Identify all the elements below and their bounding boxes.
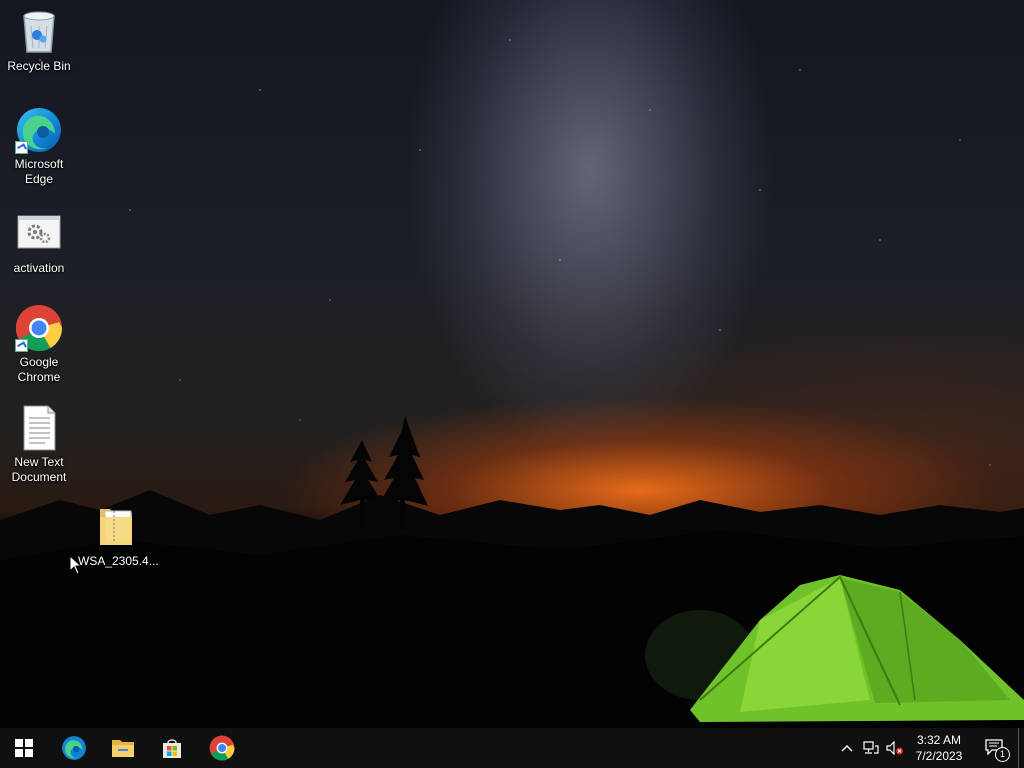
new-text-document-label: New Text Document [11, 455, 67, 484]
volume-muted-icon [886, 741, 903, 755]
show-hidden-icons-button[interactable] [836, 728, 858, 768]
activation-label: activation [13, 261, 65, 275]
network-button[interactable] [860, 728, 882, 768]
volume-button[interactable] [884, 728, 906, 768]
desktop-icon-google-chrome[interactable]: Google Chrome [1, 304, 77, 385]
microsoft-edge-label: Microsoft Edge [14, 157, 64, 186]
store-icon [163, 739, 181, 758]
microsoft-edge-icon [15, 106, 63, 154]
clock-time: 3:32 AM [916, 733, 962, 747]
chrome-icon [209, 735, 235, 761]
desktop-icon-activation[interactable]: activation [1, 210, 77, 276]
recycle-bin-icon [15, 8, 63, 56]
network-icon [863, 741, 879, 754]
clock-date: 7/2/2023 [915, 749, 963, 763]
desktop-icon-new-text-document[interactable]: New Text Document [1, 404, 77, 485]
taskbar-chrome-button[interactable] [198, 728, 246, 768]
shortcut-arrow-icon [15, 141, 28, 154]
action-center-button[interactable]: 1 [978, 728, 1012, 768]
google-chrome-label: Google Chrome [17, 355, 61, 384]
show-desktop-button[interactable] [1018, 728, 1024, 768]
wsa-folder-label: WSA_2305.4... [78, 554, 159, 568]
chevron-up-icon [841, 745, 853, 752]
windows-start-icon [15, 739, 33, 757]
landscape-silhouette [0, 415, 1024, 728]
taskbar: 3:32 AM 7/2/2023 1 [0, 728, 1024, 768]
text-document-icon [15, 404, 63, 452]
shortcut-arrow-icon [15, 339, 28, 352]
notification-count-badge: 1 [995, 747, 1010, 762]
start-button[interactable] [0, 728, 48, 768]
file-explorer-icon [112, 740, 134, 757]
desktop-icon-recycle-bin[interactable]: Recycle Bin [1, 8, 77, 74]
edge-icon [62, 736, 86, 760]
google-chrome-icon [15, 304, 63, 352]
desktop-icon-wsa-folder[interactable]: WSA_2305.4... [78, 503, 159, 569]
recycle-bin-label: Recycle Bin [7, 59, 71, 73]
folder-icon [92, 503, 140, 551]
taskbar-edge-button[interactable] [50, 728, 98, 768]
notification-icon: 1 [985, 738, 1010, 762]
taskbar-store-button[interactable] [148, 728, 196, 768]
taskbar-file-explorer-button[interactable] [99, 728, 147, 768]
desktop-icon-microsoft-edge[interactable]: Microsoft Edge [1, 106, 77, 187]
taskbar-clock[interactable]: 3:32 AM 7/2/2023 [906, 732, 972, 764]
desktop-wallpaper [0, 0, 1024, 728]
activation-script-icon [15, 210, 63, 258]
